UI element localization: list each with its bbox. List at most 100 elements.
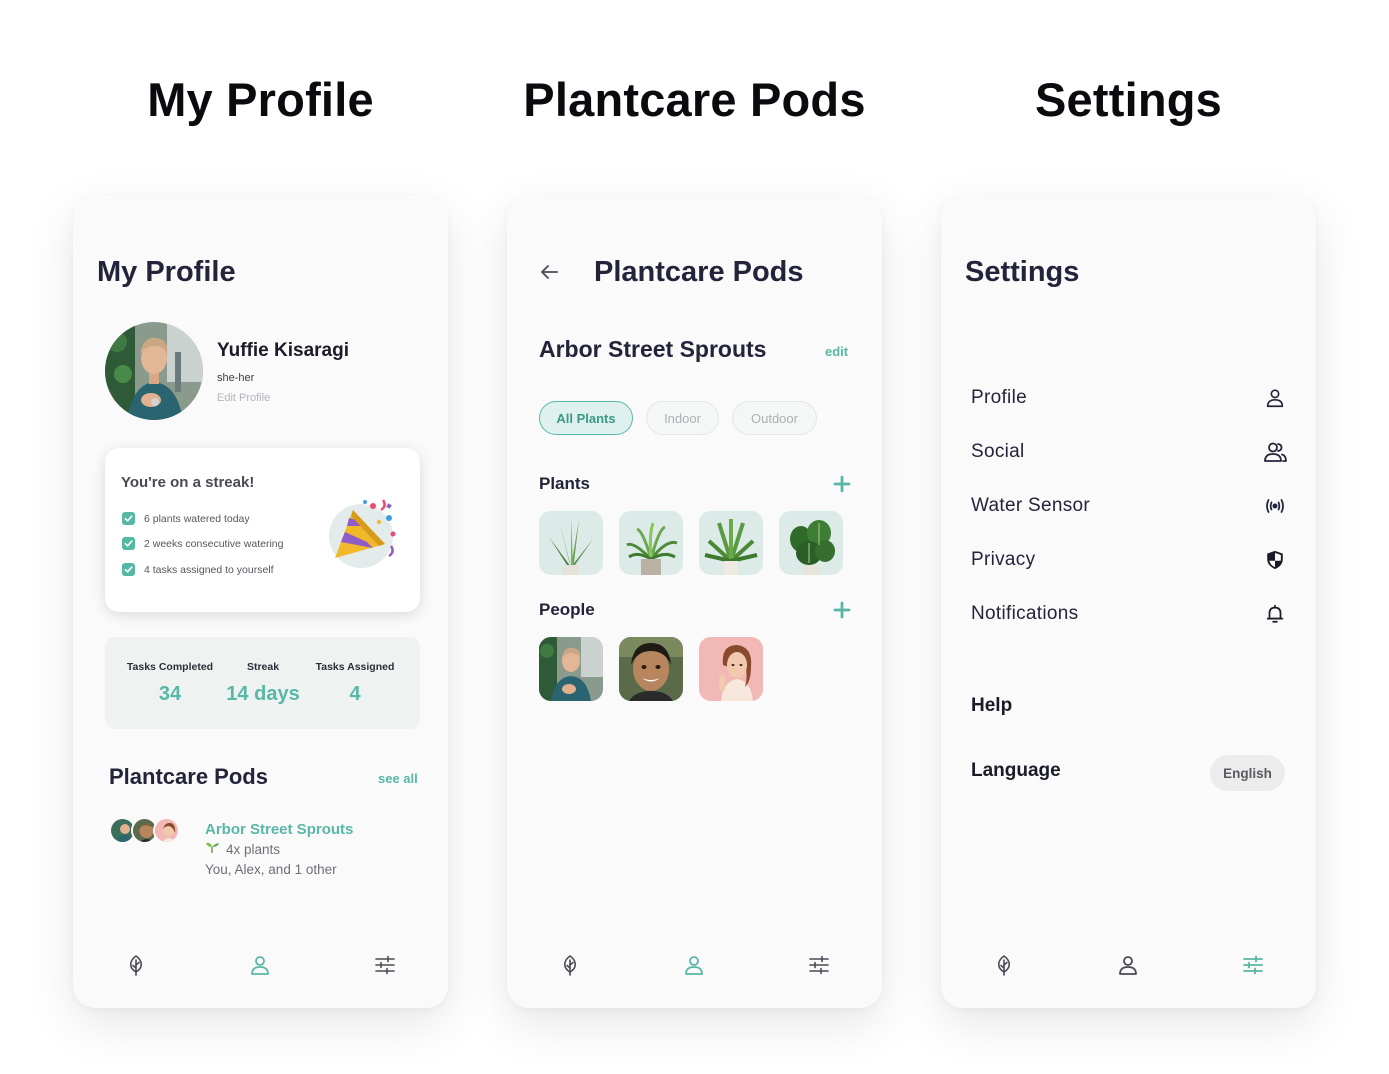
nav-settings-button[interactable] [804,952,834,982]
avatar [153,817,180,844]
profile-name: Yuffie Kisaragi [217,340,349,361]
pods-section-title: Plantcare Pods [109,764,268,789]
streak-title: You're on a streak! [121,474,255,491]
page-title: Settings [965,256,1080,288]
settings-item-label: Social [971,441,1025,462]
person-tile[interactable] [539,637,603,701]
page-title: Plantcare Pods [594,256,804,288]
pod-name: Arbor Street Sprouts [539,336,767,362]
settings-item-label: Water Sensor [971,495,1091,516]
nav-profile-button[interactable] [245,952,275,982]
settings-item-water-sensor[interactable]: Water Sensor [971,491,1289,521]
stat-value-tasks-completed: 34 [158,683,182,705]
see-all-link[interactable]: see all [378,771,418,786]
help-item[interactable]: Help [971,695,1012,717]
stat-value-tasks-assigned: 4 [349,683,361,705]
headline-settings: Settings [1034,73,1222,126]
filter-chip-indoor[interactable]: Indoor [646,401,719,435]
sliders-icon [1241,953,1265,982]
people-section-title: People [539,600,595,619]
person-tile[interactable] [699,637,763,701]
profile-pronouns: she-her [217,372,255,384]
nav-profile-button[interactable] [679,952,709,982]
streak-item-label: 4 tasks assigned to yourself [144,563,274,576]
stat-label-streak: Streak [246,661,280,673]
stat-label-tasks-completed: Tasks Completed [126,661,214,673]
settings-screen: Settings Profile Social Water Sensor Pri… [941,196,1316,1008]
bottom-nav [507,948,882,984]
bottom-nav [941,948,1316,984]
filter-chip-all-plants[interactable]: All Plants [539,401,633,435]
profile-screen: My Profile Yuffie Kisaragi she-her Edit … [73,196,448,1008]
bottom-nav [73,948,448,984]
shield-icon [1261,546,1289,574]
person-tile[interactable] [619,637,683,701]
checkbox-checked-icon [122,537,135,550]
pod-members-label: You, Alex, and 1 other [205,862,337,877]
leaf-icon [124,953,148,982]
page-title: My Profile [97,256,236,288]
settings-item-social[interactable]: Social [971,437,1289,467]
stats-box: Tasks Completed Streak Tasks Assigned 34… [105,637,420,729]
streak-item: 4 tasks assigned to yourself [122,563,274,576]
pods-screen: Plantcare Pods Arbor Street Sprouts edit… [507,196,882,1008]
user-icon [1261,384,1289,412]
pod-member-avatars [109,817,185,845]
streak-item: 6 plants watered today [122,512,250,525]
nav-plants-button[interactable] [555,952,585,982]
nav-settings-button[interactable] [370,952,400,982]
plus-icon [830,601,854,626]
nav-plants-button[interactable] [989,952,1019,982]
settings-item-label: Privacy [971,549,1036,570]
back-button[interactable] [537,260,561,284]
nav-plants-button[interactable] [121,952,151,982]
settings-item-privacy[interactable]: Privacy [971,545,1289,575]
language-select[interactable]: English [1210,755,1285,791]
users-icon [1261,438,1289,466]
nav-settings-button[interactable] [1238,952,1268,982]
sliders-icon [807,953,831,982]
bell-icon [1261,600,1289,628]
add-person-button[interactable] [830,598,854,622]
user-icon [248,953,272,982]
plus-icon [830,475,854,500]
pod-name-link[interactable]: Arbor Street Sprouts [205,821,353,838]
stat-label-tasks-assigned: Tasks Assigned [315,661,395,673]
arrow-left-icon [537,265,561,288]
leaf-icon [558,953,582,982]
sliders-icon [373,953,397,982]
checkbox-checked-icon [122,512,135,525]
leaf-icon [992,953,1016,982]
avatar[interactable] [105,322,203,420]
streak-item: 2 weeks consecutive watering [122,537,284,550]
filter-chip-outdoor[interactable]: Outdoor [732,401,817,435]
edit-profile-link[interactable]: Edit Profile [217,392,270,404]
nav-profile-button[interactable] [1113,952,1143,982]
streak-item-label: 6 plants watered today [144,512,250,525]
headline-my-profile: My Profile [147,73,374,126]
plant-tile[interactable] [539,511,603,575]
plant-tile[interactable] [779,511,843,575]
party-popper-icon [327,496,399,568]
broadcast-icon [1261,492,1289,520]
checkbox-checked-icon [122,563,135,576]
settings-item-notifications[interactable]: Notifications [971,599,1289,629]
streak-card: You're on a streak! 6 plants watered tod… [105,448,420,612]
plant-tile[interactable] [619,511,683,575]
plants-section-title: Plants [539,474,591,493]
edit-pod-link[interactable]: edit [825,344,848,359]
settings-item-label: Notifications [971,603,1079,624]
add-plant-button[interactable] [830,472,854,496]
headline-plantcare-pods: Plantcare Pods [523,73,866,126]
seedling-icon [205,841,220,857]
stat-value-streak: 14 days [226,683,300,705]
settings-item-label: Profile [971,387,1027,408]
plant-tile[interactable] [699,511,763,575]
language-label: Language [971,760,1061,781]
settings-item-profile[interactable]: Profile [971,383,1289,413]
user-icon [682,953,706,982]
streak-item-label: 2 weeks consecutive watering [144,537,284,550]
pod-plants-label: 4x plants [226,841,281,857]
user-icon [1116,953,1140,982]
pod-plant-count: 4x plants [205,841,280,857]
